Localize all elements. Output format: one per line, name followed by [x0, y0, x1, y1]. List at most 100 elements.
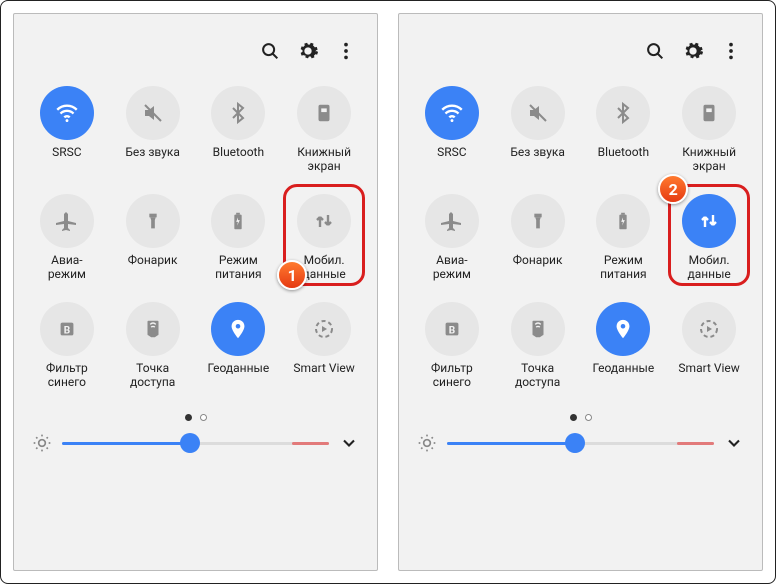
page-dot[interactable] [585, 414, 592, 421]
brightness-icon [32, 433, 52, 453]
tile-hotspot[interactable]: Точка доступа [495, 294, 581, 396]
tile-smartview[interactable]: Smart View [281, 294, 367, 396]
page-indicator [24, 414, 367, 421]
tile-label: Геоданные [208, 362, 270, 390]
page-dot[interactable] [570, 414, 577, 421]
page-dot[interactable] [200, 414, 207, 421]
quick-settings-panel: SRSC Без звука Bluetooth Книжный экран Авиа-… [398, 13, 763, 571]
tile-airplane[interactable]: Авиа- режим [24, 186, 110, 288]
page-dot[interactable] [185, 414, 192, 421]
location-icon [211, 302, 265, 356]
tile-location[interactable]: Геоданные [196, 294, 282, 396]
toolbar [409, 30, 752, 70]
chevron-down-icon[interactable] [724, 433, 744, 453]
tile-label: Книжный экран [682, 146, 736, 174]
step-badge: 2 [658, 174, 688, 204]
tile-smartview[interactable]: Smart View [666, 294, 752, 396]
tile-wifi[interactable]: SRSC [409, 78, 495, 180]
tile-book[interactable]: Книжный экран [666, 78, 752, 180]
tile-label: Фонарик [513, 254, 563, 282]
book-icon [682, 86, 736, 140]
quick-settings-panel: SRSC Без звука Bluetooth Книжный экран Авиа-… [13, 13, 378, 571]
tile-label: SRSC [52, 146, 81, 174]
brightness-row [409, 427, 752, 457]
tile-label: Авиа- режим [48, 254, 86, 282]
data-icon [297, 194, 351, 248]
tile-bluetooth[interactable]: Bluetooth [196, 78, 282, 180]
tile-wifi[interactable]: SRSC [24, 78, 110, 180]
battery-icon [596, 194, 650, 248]
tile-label: Книжный экран [297, 146, 351, 174]
tiles-grid: SRSC Без звука Bluetooth Книжный экран Авиа-… [409, 78, 752, 396]
location-icon [596, 302, 650, 356]
tile-airplane[interactable]: Авиа- режим [409, 186, 495, 288]
brightness-icon [417, 433, 437, 453]
tile-label: Мобил. данные [687, 254, 730, 282]
bluefilter-icon: B [40, 302, 94, 356]
tile-label: Фильтр синего [46, 362, 88, 390]
settings-icon[interactable] [682, 40, 704, 62]
tile-mute[interactable]: Без звука [495, 78, 581, 180]
wifi-icon [425, 86, 479, 140]
tile-label: Геоданные [593, 362, 655, 390]
page-indicator [409, 414, 752, 421]
tile-label: Точка доступа [130, 362, 175, 390]
bluetooth-icon [596, 86, 650, 140]
airplane-icon [425, 194, 479, 248]
tile-label: Smart View [293, 362, 354, 390]
tile-label: Bluetooth [213, 146, 264, 174]
search-icon[interactable] [259, 40, 281, 62]
data-icon [682, 194, 736, 248]
tile-label: Без звука [510, 146, 565, 174]
brightness-row [24, 427, 367, 457]
tile-label: Smart View [678, 362, 739, 390]
hotspot-icon [126, 302, 180, 356]
mute-icon [126, 86, 180, 140]
svg-text:B: B [449, 326, 455, 337]
tile-bluefilter[interactable]: B Фильтр синего [409, 294, 495, 396]
tile-label: Фонарик [128, 254, 178, 282]
bluetooth-icon [211, 86, 265, 140]
tile-label: Bluetooth [598, 146, 649, 174]
tile-data[interactable]: Мобил. данные1 [281, 186, 367, 288]
tile-label: SRSC [437, 146, 466, 174]
tile-bluefilter[interactable]: B Фильтр синего [24, 294, 110, 396]
tile-flashlight[interactable]: Фонарик [110, 186, 196, 288]
tile-battery[interactable]: Режим питания [196, 186, 282, 288]
svg-text:B: B [64, 326, 70, 337]
settings-icon[interactable] [297, 40, 319, 62]
airplane-icon [40, 194, 94, 248]
more-icon[interactable] [335, 40, 357, 62]
more-icon[interactable] [720, 40, 742, 62]
tile-label: Режим питания [215, 254, 262, 282]
tile-location[interactable]: Геоданные [581, 294, 667, 396]
tile-bluetooth[interactable]: Bluetooth [581, 78, 667, 180]
bluefilter-icon: B [425, 302, 479, 356]
toolbar [24, 30, 367, 70]
chevron-down-icon[interactable] [339, 433, 359, 453]
flashlight-icon [126, 194, 180, 248]
tile-label: Без звука [125, 146, 180, 174]
brightness-slider[interactable] [62, 442, 329, 445]
hotspot-icon [511, 302, 565, 356]
tile-flashlight[interactable]: Фонарик [495, 186, 581, 288]
brightness-slider[interactable] [447, 442, 714, 445]
tile-data[interactable]: Мобил. данные2 [666, 186, 752, 288]
tile-book[interactable]: Книжный экран [281, 78, 367, 180]
tile-battery[interactable]: Режим питания [581, 186, 667, 288]
tile-label: Точка доступа [515, 362, 560, 390]
step-badge: 1 [277, 260, 307, 290]
tile-label: Фильтр синего [431, 362, 473, 390]
battery-icon [211, 194, 265, 248]
tile-label: Авиа- режим [433, 254, 471, 282]
tiles-grid: SRSC Без звука Bluetooth Книжный экран Авиа-… [24, 78, 367, 396]
tile-label: Мобил. данные [302, 254, 345, 282]
tile-mute[interactable]: Без звука [110, 78, 196, 180]
tile-hotspot[interactable]: Точка доступа [110, 294, 196, 396]
search-icon[interactable] [644, 40, 666, 62]
smartview-icon [297, 302, 351, 356]
flashlight-icon [511, 194, 565, 248]
wifi-icon [40, 86, 94, 140]
book-icon [297, 86, 351, 140]
smartview-icon [682, 302, 736, 356]
